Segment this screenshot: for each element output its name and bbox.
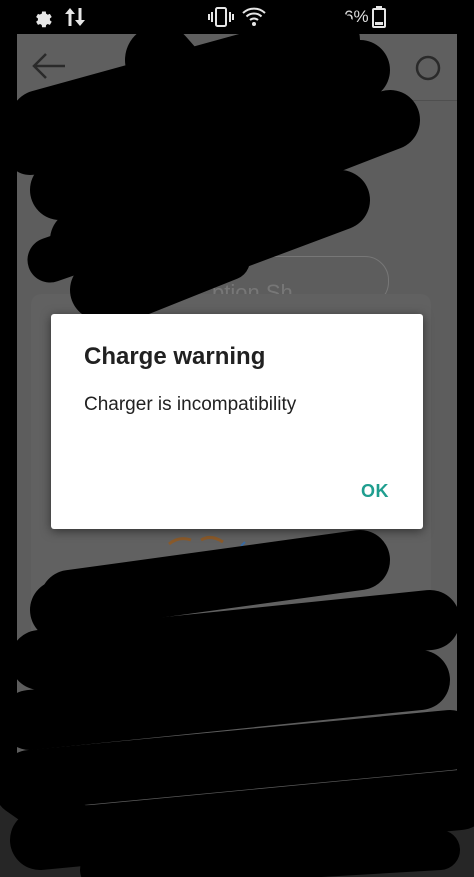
dialog-message: Charger is incompatibility (84, 394, 297, 415)
charge-warning-dialog: Charge warning Charger is incompatibilit… (51, 314, 423, 529)
dialog-title: Charge warning (84, 343, 266, 370)
ok-button[interactable]: OK (361, 481, 389, 502)
